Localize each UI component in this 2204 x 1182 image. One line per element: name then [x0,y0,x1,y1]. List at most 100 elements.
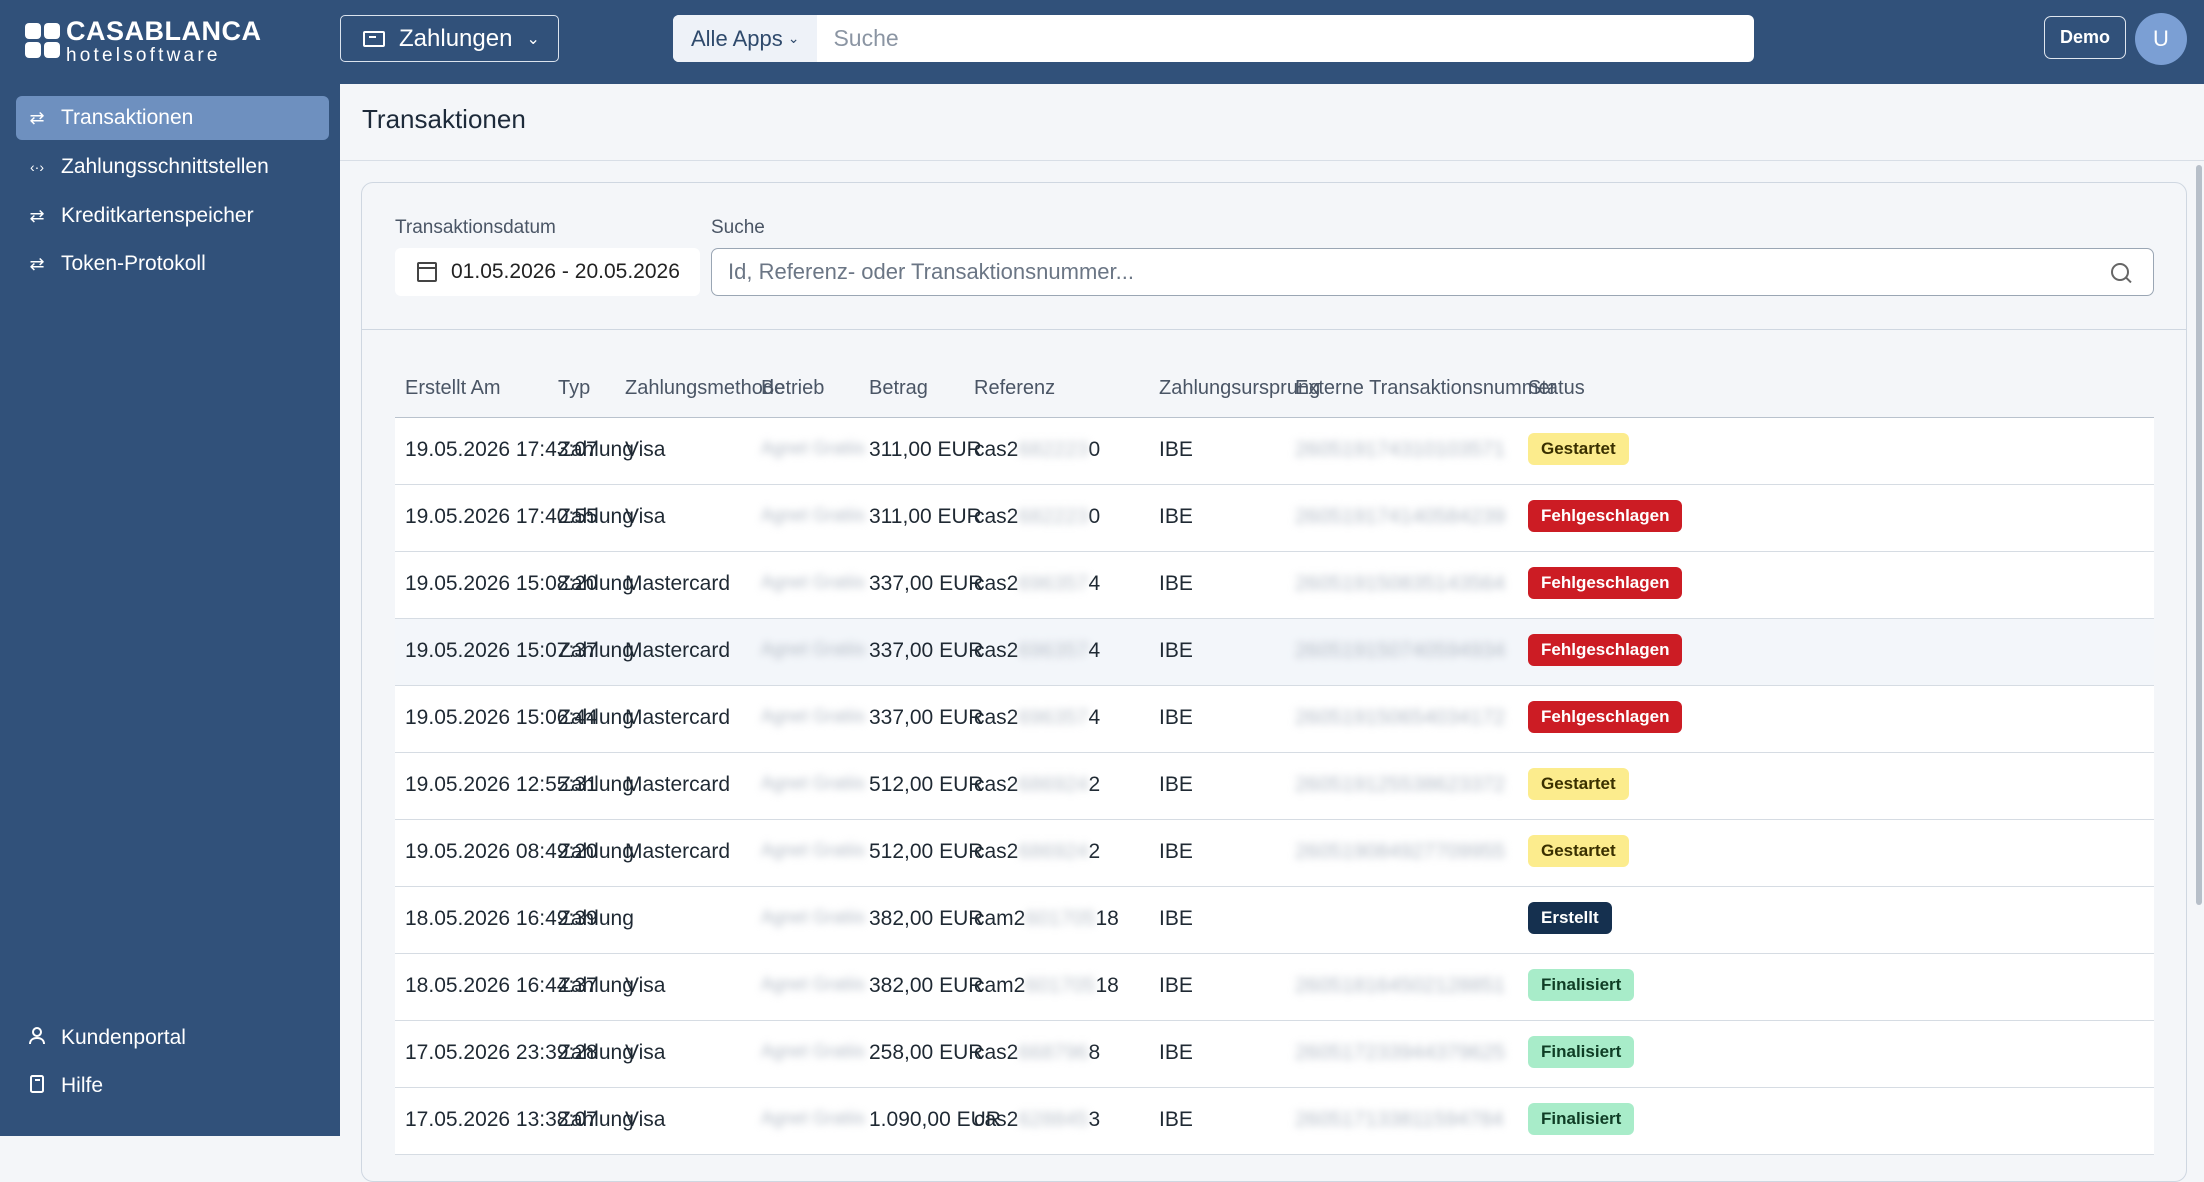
sidebar-item-label: Kundenportal [61,1026,186,1049]
cell-type: Zahlung [558,840,634,863]
sidebar-item-hilfe[interactable]: Hilfe [16,1064,329,1108]
cell-origin: IBE [1159,773,1193,796]
sidebar-item-kreditkartenspeicher[interactable]: ⇄ Kreditkartenspeicher [16,194,329,238]
cell-origin: IBE [1159,438,1193,461]
table-row[interactable]: 19.05.2026 12:55:31 Zahlung Mastercard Agne… [395,753,2154,820]
reference-prefix: cas2 [974,840,1019,863]
transaction-search [711,248,2154,296]
cell-betrieb-redacted: Agnet Gratiis [761,773,866,793]
column-header-betrag[interactable]: Betrag [869,377,928,400]
reference-suffix: 4 [1088,639,1101,662]
cell-reference: cam260170518 [974,974,1119,998]
cell-external-id-redacted: 260518164502128851 [1295,974,1506,997]
sidebar-item-token-protokoll[interactable]: ⇄ Token-Protokoll [16,242,329,286]
search-scope-label: Alle Apps [691,25,783,51]
reference-prefix: cas2 [974,773,1019,796]
reference-suffix: 8 [1088,1041,1101,1064]
cell-amount: 382,00 EUR [869,974,984,997]
reference-redacted: 601705 [1025,974,1096,997]
status-badge: Finalisiert [1528,1103,1635,1135]
cell-type: Zahlung [558,706,634,729]
search-icon[interactable] [2111,263,2129,281]
cell-amount: 337,00 EUR [869,706,984,729]
column-header-referenz[interactable]: Referenz [974,377,1055,400]
sidebar-item-zahlungsschnittstellen[interactable]: ‹·› Zahlungsschnittstellen [16,145,329,189]
column-header-betrieb[interactable]: Betrieb [761,377,824,400]
search-scope-dropdown[interactable]: Alle Apps ⌄ [673,15,818,62]
column-header-status[interactable]: Status [1528,377,1585,400]
cell-amount: 311,00 EUR [869,505,982,528]
reference-redacted: 628845 [1018,1108,1089,1131]
cell-payment-method: Visa [625,438,666,461]
cell-origin: IBE [1159,572,1193,595]
cell-payment-method: Mastercard [625,706,731,729]
reference-redacted: 682223 [1018,438,1089,461]
table-row[interactable]: 18.05.2026 16:49:39 Zahlung Agnet Gratiis 3… [395,887,2154,954]
cell-type: Zahlung [558,572,634,595]
global-search-input[interactable] [817,24,1754,53]
app-selector[interactable]: Zahlungen ⌄ [340,15,559,62]
cell-origin: IBE [1159,840,1193,863]
date-range-value: 01.05.2026 - 20.05.2026 [451,260,680,283]
table-row[interactable]: 19.05.2026 17:40:55 Zahlung Visa Agnet Grat… [395,485,2154,552]
cell-betrieb-redacted: Agnet Gratiis [761,1108,866,1128]
payment-card-icon [363,30,385,47]
scrollbar[interactable] [2196,165,2202,905]
cell-external-id-redacted: 260519150740594934 [1295,639,1506,662]
reference-prefix: cam2 [974,907,1026,930]
table-row[interactable]: 19.05.2026 15:06:44 Zahlung Mastercard Agne… [395,686,2154,753]
reference-prefix: cas2 [974,1041,1019,1064]
table-row[interactable]: 18.05.2026 16:44:37 Zahlung Visa Agnet Grat… [395,954,2154,1021]
reference-suffix: 0 [1088,505,1101,528]
sidebar: ⇄ Transaktionen ‹·› Zahlungsschnittstell… [0,84,340,1136]
reference-prefix: cas2 [974,505,1019,528]
cell-origin: IBE [1159,1108,1193,1131]
chevron-down-icon: ⌄ [787,30,800,46]
table-row[interactable]: 19.05.2026 17:43:07 Zahlung Visa Agnet Grat… [395,418,2154,485]
table-row[interactable]: 17.05.2026 23:39:28 Zahlung Visa Agnet Grat… [395,1021,2154,1088]
reference-suffix: 4 [1088,706,1101,729]
cell-betrieb-redacted: Agnet Gratiis [761,505,866,525]
cell-betrieb-redacted: Agnet Gratiis [761,572,866,592]
casablanca-logo[interactable]: CASABLANCA hotelsoftware [25,18,262,65]
transfer-icon: ⇄ [29,107,45,128]
status-badge: Gestartet [1528,768,1629,800]
divider [362,329,2186,330]
page-header: Transaktionen [340,84,2204,161]
reference-redacted: 696357 [1018,572,1089,595]
cell-payment-method: Visa [625,974,666,997]
cell-betrieb-redacted: Agnet Gratiis [761,639,866,659]
sidebar-item-label: Kreditkartenspeicher [61,204,254,227]
cell-external-id-redacted: 260519150654034172 [1295,706,1506,729]
table-row[interactable]: 19.05.2026 15:08:20 Zahlung Mastercard Agne… [395,552,2154,619]
table-row[interactable]: 17.05.2026 13:38:07 Zahlung Visa Agnet Grat… [395,1088,2154,1155]
sidebar-item-transaktionen[interactable]: ⇄ Transaktionen [16,96,329,140]
status-badge: Finalisiert [1528,969,1635,1001]
table-row[interactable]: 19.05.2026 15:07:37 Zahlung Mastercard Agne… [395,619,2154,686]
column-header-externe-transaktionsnummer[interactable]: Externe Transaktionsnummer [1295,377,1556,400]
cell-reference: cas26869242 [974,840,1100,864]
reference-suffix: 18 [1095,907,1119,930]
cell-payment-method: Mastercard [625,840,731,863]
cell-origin: IBE [1159,1041,1193,1064]
status-badge: Gestartet [1528,433,1629,465]
column-header-erstellt-am[interactable]: Erstellt Am [405,377,501,400]
cell-betrieb-redacted: Agnet Gratiis [761,974,866,994]
reference-suffix: 4 [1088,572,1101,595]
cell-payment-method: Mastercard [625,773,731,796]
table-row[interactable]: 19.05.2026 08:49:20 Zahlung Mastercard Agne… [395,820,2154,887]
cell-reference: cas26822230 [974,505,1100,529]
user-avatar[interactable]: U [2135,13,2187,65]
date-range-picker[interactable]: 01.05.2026 - 20.05.2026 [395,248,700,296]
sidebar-item-kundenportal[interactable]: Kundenportal [16,1016,329,1060]
cell-origin: IBE [1159,639,1193,662]
cell-payment-method: Visa [625,1041,666,1064]
cell-external-id-redacted: 260519174140584239 [1295,505,1506,528]
column-header-typ[interactable]: Typ [558,377,590,400]
reference-redacted: 668796 [1018,1041,1089,1064]
transaction-search-input[interactable] [712,258,2111,286]
reference-prefix: cas2 [974,639,1019,662]
demo-button[interactable]: Demo [2044,16,2126,59]
reference-prefix: cam2 [974,974,1026,997]
cell-reference: cas26963574 [974,706,1100,730]
